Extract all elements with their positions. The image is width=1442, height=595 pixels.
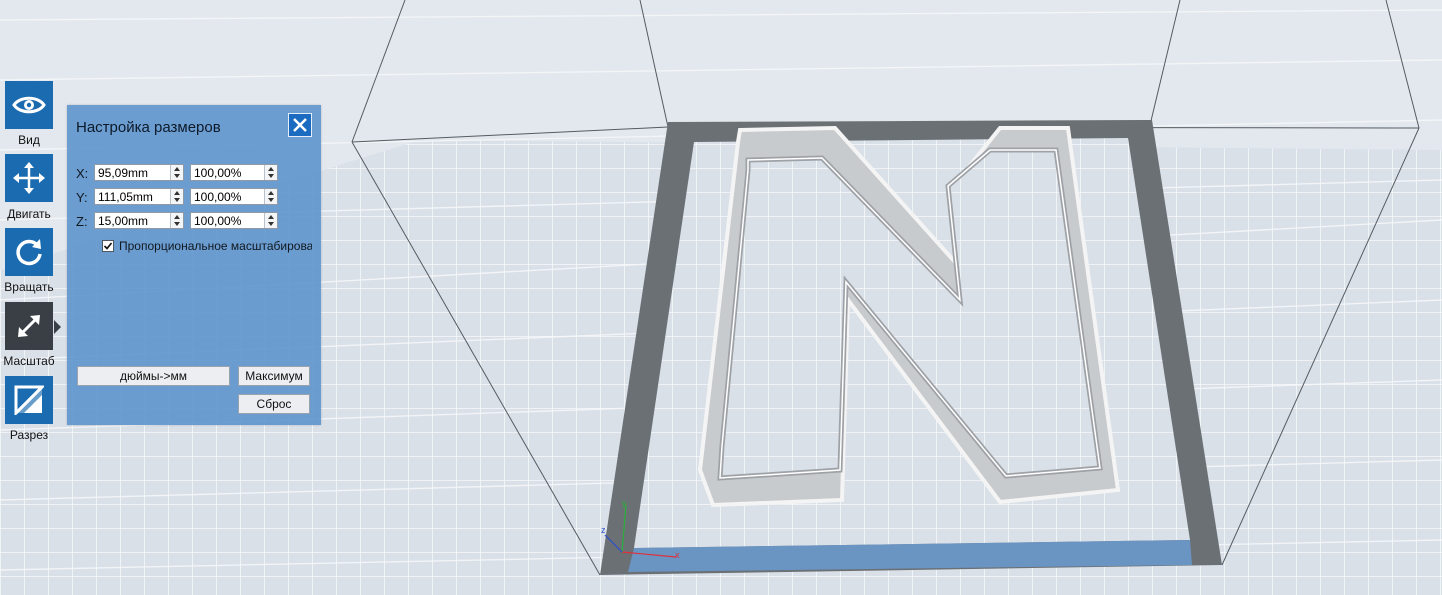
panel-title: Настройка размеров (76, 119, 221, 136)
x-size-stepper[interactable] (94, 164, 184, 181)
rotate-label: Вращать (4, 280, 54, 294)
y-percent-spin-arrows[interactable] (264, 189, 277, 204)
y-size-spin-arrows[interactable] (170, 189, 183, 204)
eye-icon (12, 96, 46, 114)
close-icon (293, 118, 307, 132)
view-label: Вид (18, 133, 40, 147)
y-percent-field[interactable] (191, 189, 264, 204)
proportional-scaling-row[interactable]: Пропорциональное масштабирова (102, 239, 312, 255)
z-axis-label: Z: (76, 214, 88, 229)
axis-z-label: z (601, 525, 606, 535)
y-size-field[interactable] (95, 189, 168, 204)
close-button[interactable] (288, 113, 312, 137)
view-button[interactable] (5, 81, 53, 129)
move-arrows-icon (13, 162, 45, 194)
axis-x-label: x (675, 550, 680, 560)
x-axis-label: X: (76, 166, 89, 181)
cut-button[interactable] (5, 376, 53, 424)
scale-button[interactable] (5, 302, 53, 350)
z-percent-stepper[interactable] (190, 212, 278, 229)
rotate-icon (16, 239, 42, 266)
proportional-scaling-checkbox[interactable] (102, 240, 114, 252)
z-size-stepper[interactable] (94, 212, 184, 229)
rotate-button[interactable] (5, 228, 53, 276)
z-size-field[interactable] (95, 213, 168, 228)
checkmark-icon (103, 242, 113, 250)
move-label: Двигать (7, 207, 51, 221)
z-size-spin-arrows[interactable] (170, 213, 183, 228)
scale-diagonal-arrow-icon (18, 315, 40, 337)
x-percent-field[interactable] (191, 165, 264, 180)
y-axis-label: Y: (76, 190, 88, 205)
active-tool-pointer (54, 320, 61, 334)
x-size-spin-arrows[interactable] (170, 165, 183, 180)
z-percent-spin-arrows[interactable] (264, 213, 277, 228)
scale-settings-panel: Настройка размеров X: Y: Z: (67, 105, 321, 425)
move-button[interactable] (5, 154, 53, 202)
z-percent-field[interactable] (191, 213, 264, 228)
scale-label: Масштаб (3, 354, 55, 368)
cut-label: Разрез (9, 428, 49, 442)
axis-y-label: y (622, 498, 627, 508)
x-percent-stepper[interactable] (190, 164, 278, 181)
inches-to-mm-button[interactable]: дюймы->мм (77, 366, 230, 386)
x-percent-spin-arrows[interactable] (264, 165, 277, 180)
reset-button[interactable]: Сброс (238, 394, 310, 414)
x-size-field[interactable] (95, 165, 168, 180)
maximum-button[interactable]: Максимум (238, 366, 310, 386)
y-size-stepper[interactable] (94, 188, 184, 205)
y-percent-stepper[interactable] (190, 188, 278, 205)
proportional-scaling-label: Пропорциональное масштабирова (119, 239, 312, 253)
cut-section-icon (14, 385, 44, 415)
